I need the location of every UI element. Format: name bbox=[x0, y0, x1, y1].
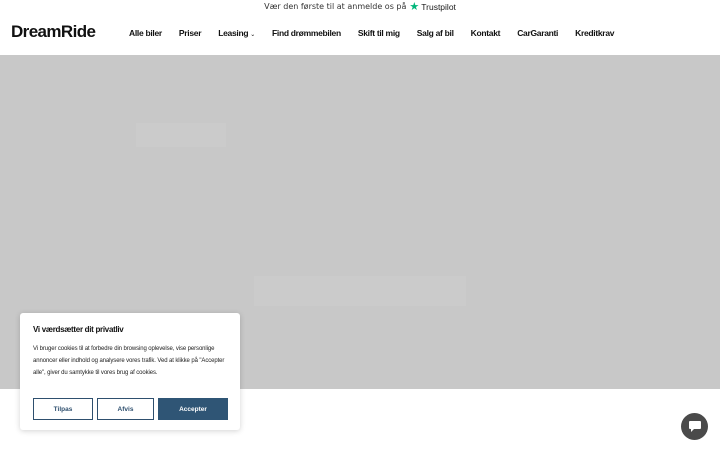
nav-prices[interactable]: Priser bbox=[179, 28, 202, 38]
chevron-down-icon: ⌄ bbox=[250, 32, 255, 38]
site-header: DreamRide Alle biler Priser Leasing ⌄ Fin… bbox=[0, 13, 720, 55]
nav-contact[interactable]: Kontakt bbox=[471, 28, 501, 38]
cookie-description: Vi bruger cookies til at forbedre din br… bbox=[33, 346, 225, 376]
nav-leasing[interactable]: Leasing ⌄ bbox=[218, 28, 255, 38]
nav-cargaranti[interactable]: CarGaranti bbox=[517, 28, 558, 38]
chat-button[interactable] bbox=[681, 413, 708, 440]
chat-bubble-icon bbox=[688, 421, 701, 432]
reject-button[interactable]: Afvis bbox=[97, 398, 154, 420]
nav-credit-requirements[interactable]: Kreditkrav bbox=[575, 28, 614, 38]
nav-all-cars[interactable]: Alle biler bbox=[129, 28, 162, 38]
review-prompt: Vær den første til at anmelde os på bbox=[264, 2, 407, 11]
star-icon: ★ bbox=[409, 0, 420, 13]
accept-button[interactable]: Accepter bbox=[158, 398, 228, 420]
customize-button[interactable]: Tilpas bbox=[33, 398, 93, 420]
hero-placeholder-search bbox=[254, 276, 466, 306]
cookie-buttons: Tilpas Afvis Accepter bbox=[33, 398, 228, 420]
trustpilot-bar: Vær den første til at anmelde os på ★ Tr… bbox=[0, 0, 720, 13]
main-nav: Alle biler Priser Leasing ⌄ Find drømmebi… bbox=[129, 28, 631, 38]
hero-placeholder-heading bbox=[136, 123, 226, 147]
nav-switch-to-me[interactable]: Skift til mig bbox=[358, 28, 400, 38]
nav-sell-car[interactable]: Salg af bil bbox=[417, 28, 454, 38]
cookie-consent-dialog: Vi værdsætter dit privatliv Vi bruger co… bbox=[20, 313, 240, 430]
nav-leasing-label: Leasing bbox=[218, 28, 249, 38]
trustpilot-link[interactable]: Trustpilot bbox=[421, 2, 456, 12]
cookie-title: Vi værdsætter dit privatliv bbox=[33, 325, 124, 334]
logo[interactable]: DreamRide bbox=[11, 22, 96, 42]
nav-find-dream-car[interactable]: Find drømmebilen bbox=[272, 28, 341, 38]
